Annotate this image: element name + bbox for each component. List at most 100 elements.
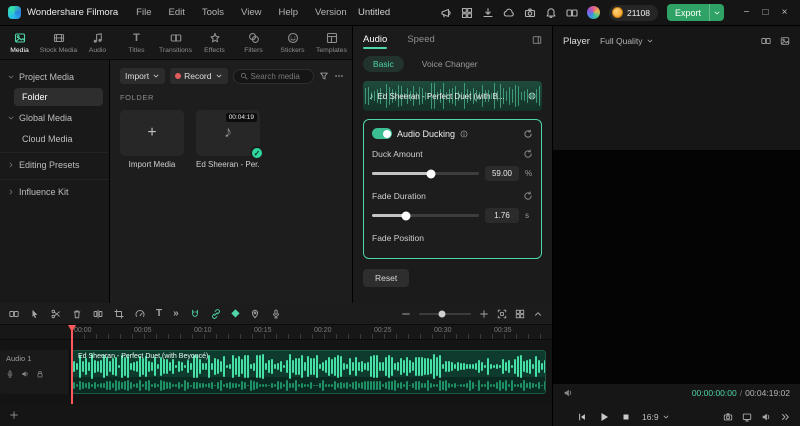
voiceover-mic-icon[interactable] bbox=[271, 309, 281, 319]
fit-timeline-icon[interactable] bbox=[497, 309, 507, 319]
tab-audio[interactable]: Audio bbox=[78, 32, 117, 54]
keyframe-icon[interactable]: ◆ bbox=[232, 308, 240, 319]
preview-speaker-icon[interactable] bbox=[563, 388, 573, 398]
import-button[interactable]: Import bbox=[120, 68, 166, 84]
minimize-button[interactable]: − bbox=[737, 0, 756, 26]
download-icon[interactable] bbox=[482, 7, 494, 19]
zoom-out-icon[interactable] bbox=[401, 309, 411, 319]
tab-transitions[interactable]: Transitions bbox=[156, 32, 195, 54]
reset-duck-amount-icon[interactable] bbox=[523, 149, 533, 159]
tab-effects[interactable]: Effects bbox=[195, 32, 234, 54]
screen-record-icon[interactable] bbox=[524, 7, 536, 19]
text-tool-icon[interactable]: T bbox=[156, 308, 162, 319]
track-lock-icon[interactable] bbox=[36, 370, 44, 378]
audio-ducking-toggle[interactable] bbox=[372, 128, 392, 139]
promo-megaphone-icon[interactable] bbox=[440, 7, 452, 19]
menu-version[interactable]: Version bbox=[315, 7, 347, 18]
crop-tool-icon[interactable] bbox=[114, 309, 124, 319]
subtab-voice-changer[interactable]: Voice Changer bbox=[412, 56, 488, 72]
record-button[interactable]: Record bbox=[170, 68, 228, 84]
fade-duration-slider[interactable] bbox=[372, 211, 479, 220]
media-manager-icon[interactable] bbox=[9, 309, 19, 319]
duck-amount-value[interactable]: 59.00 bbox=[485, 166, 519, 181]
link-clips-icon[interactable] bbox=[211, 309, 221, 319]
more-options-icon[interactable] bbox=[334, 71, 344, 81]
zoom-in-icon[interactable] bbox=[479, 309, 489, 319]
tab-stock-media[interactable]: Stock Media bbox=[39, 32, 78, 54]
collapse-timeline-icon[interactable] bbox=[533, 309, 543, 319]
cloud-icon[interactable] bbox=[503, 7, 515, 19]
timeline-ruler[interactable]: 00:00 00:05 00:10 00:15 00:20 00:25 00:3… bbox=[0, 325, 552, 340]
compare-view-icon[interactable] bbox=[761, 36, 771, 46]
tab-filters[interactable]: Filters bbox=[234, 32, 273, 54]
menu-file[interactable]: File bbox=[136, 7, 151, 18]
track-voiceover-icon[interactable] bbox=[6, 370, 14, 378]
info-icon[interactable] bbox=[528, 92, 536, 100]
sidebar-item-folder[interactable]: Folder bbox=[14, 88, 103, 106]
tab-templates[interactable]: Templates bbox=[312, 32, 351, 54]
timeline-zoom-slider[interactable] bbox=[419, 310, 471, 317]
duck-amount-slider[interactable] bbox=[372, 169, 479, 178]
snap-magnet-icon[interactable] bbox=[190, 309, 200, 319]
sidebar-item-editing-presets[interactable]: Editing Presets bbox=[0, 152, 109, 176]
menu-edit[interactable]: Edit bbox=[168, 7, 184, 18]
previous-frame-icon[interactable] bbox=[577, 412, 587, 422]
close-button[interactable]: × bbox=[775, 0, 794, 26]
fullscreen-monitor-icon[interactable] bbox=[742, 412, 752, 422]
delete-trash-icon[interactable] bbox=[72, 309, 82, 319]
export-dropdown-chevron[interactable] bbox=[709, 4, 724, 21]
stop-icon[interactable] bbox=[621, 412, 631, 422]
speed-tool-icon[interactable] bbox=[135, 309, 145, 319]
audio-clip[interactable]: Ed Sheeran - Perfect Duet (with Beyoncé) bbox=[72, 350, 546, 394]
coin-balance[interactable]: 21108 bbox=[608, 4, 658, 21]
audio-media-tile[interactable]: ♪ 00:04:19 ✓ Ed Sheeran - Per... bbox=[196, 110, 264, 169]
notification-bell-icon[interactable] bbox=[545, 7, 557, 19]
info-icon[interactable] bbox=[460, 130, 468, 138]
panel-collapse-icon[interactable] bbox=[532, 35, 542, 45]
maximize-button[interactable]: □ bbox=[756, 0, 775, 26]
detach-player-icon[interactable] bbox=[780, 36, 790, 46]
sidebar-item-project-media[interactable]: Project Media bbox=[0, 66, 109, 87]
import-media-tile[interactable]: + Import Media bbox=[120, 110, 184, 169]
video-preview[interactable] bbox=[553, 150, 800, 384]
slider-knob[interactable] bbox=[401, 211, 411, 220]
more-tools-icon[interactable]: » bbox=[173, 308, 179, 319]
snapshot-camera-icon[interactable] bbox=[723, 412, 733, 422]
slider-knob[interactable] bbox=[426, 169, 436, 178]
dual-layout-icon[interactable] bbox=[566, 7, 578, 19]
track-manager-icon[interactable] bbox=[515, 309, 525, 319]
reset-fade-duration-icon[interactable] bbox=[523, 191, 533, 201]
aspect-ratio-dropdown[interactable]: 16:9 bbox=[642, 412, 670, 422]
tab-stickers[interactable]: Stickers bbox=[273, 32, 312, 54]
sidebar-item-influence-kit[interactable]: Influence Kit bbox=[0, 179, 109, 203]
playhead[interactable] bbox=[71, 325, 73, 404]
marker-icon[interactable] bbox=[250, 309, 260, 319]
sidebar-item-cloud-media[interactable]: Cloud Media bbox=[0, 128, 109, 149]
import-media-thumbnail[interactable]: + bbox=[120, 110, 184, 156]
tab-audio-properties[interactable]: Audio bbox=[363, 28, 388, 51]
subtab-basic[interactable]: Basic bbox=[363, 56, 404, 72]
tab-media[interactable]: Media bbox=[0, 32, 39, 54]
expand-panel-icon[interactable] bbox=[780, 412, 790, 422]
export-button[interactable]: Export bbox=[666, 4, 724, 21]
sidebar-item-global-media[interactable]: Global Media bbox=[0, 107, 109, 128]
audio-clip-preview[interactable]: ♪ Ed Sheeran - Perfect Duet (with B... bbox=[363, 81, 542, 111]
fade-duration-value[interactable]: 1.76 bbox=[485, 208, 519, 223]
menu-tools[interactable]: Tools bbox=[202, 7, 224, 18]
tab-titles[interactable]: T Titles bbox=[117, 32, 156, 54]
menu-view[interactable]: View bbox=[241, 7, 261, 18]
menu-help[interactable]: Help bbox=[278, 7, 298, 18]
apps-grid-icon[interactable] bbox=[461, 7, 473, 19]
split-clip-icon[interactable] bbox=[93, 309, 103, 319]
reset-ducking-icon[interactable] bbox=[523, 129, 533, 139]
scissors-cut-icon[interactable] bbox=[51, 309, 61, 319]
add-track-plus-icon[interactable] bbox=[9, 410, 19, 420]
pointer-tool-icon[interactable] bbox=[30, 309, 40, 319]
search-input[interactable]: Search media bbox=[232, 68, 314, 84]
audio-thumbnail[interactable]: ♪ 00:04:19 ✓ bbox=[196, 110, 264, 160]
tab-speed-properties[interactable]: Speed bbox=[407, 28, 434, 51]
quality-dropdown[interactable]: Full Quality bbox=[600, 36, 655, 46]
track-mute-icon[interactable] bbox=[21, 370, 29, 378]
user-avatar[interactable] bbox=[586, 6, 600, 19]
speaker-icon[interactable] bbox=[761, 412, 771, 422]
